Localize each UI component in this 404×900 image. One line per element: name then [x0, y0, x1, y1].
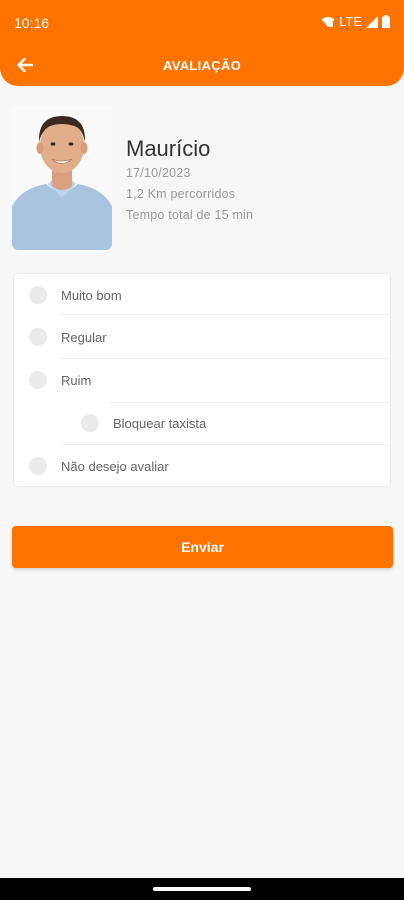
- home-indicator[interactable]: [153, 887, 251, 891]
- network-type: LTE: [339, 14, 362, 29]
- radio-button[interactable]: [29, 286, 47, 304]
- option-nao-desejo-avaliar[interactable]: Não desejo avaliar: [14, 445, 392, 487]
- driver-profile: Maurício 17/10/2023 1,2 Km percorridos T…: [12, 106, 392, 252]
- option-label: Regular: [61, 329, 107, 345]
- option-regular[interactable]: Regular: [14, 316, 392, 358]
- divider: [60, 314, 391, 315]
- status-bar: 10:16 LTE: [0, 0, 404, 44]
- radio-button[interactable]: [29, 457, 47, 475]
- system-nav-bar: [0, 878, 404, 900]
- rating-options: Muito bom Regular Ruim Bloquear taxista …: [13, 273, 391, 487]
- radio-button[interactable]: [29, 328, 47, 346]
- option-bloquear-taxista[interactable]: Bloquear taxista: [14, 402, 392, 444]
- wifi-icon: [321, 16, 335, 27]
- trip-distance: 1,2 Km percorridos: [126, 187, 236, 201]
- status-icons: LTE: [321, 14, 390, 29]
- signal-icon: [366, 15, 378, 28]
- page-title: AVALIAÇÃO: [162, 58, 242, 73]
- radio-button[interactable]: [81, 414, 99, 432]
- option-muito-bom[interactable]: Muito bom: [14, 274, 392, 316]
- status-time: 10:16: [14, 15, 50, 31]
- battery-icon: [382, 15, 390, 28]
- trip-total-time: Tempo total de 15 min: [126, 208, 254, 222]
- option-ruim[interactable]: Ruim: [14, 359, 392, 401]
- submit-button[interactable]: Enviar: [12, 526, 393, 568]
- option-label: Muito bom: [61, 287, 122, 303]
- option-label: Bloquear taxista: [113, 415, 207, 431]
- driver-name: Maurício: [126, 136, 211, 161]
- option-label: Ruim: [61, 372, 92, 388]
- trip-date: 17/10/2023: [126, 166, 191, 180]
- driver-avatar: [12, 106, 112, 250]
- radio-button[interactable]: [29, 371, 47, 389]
- app-header: 10:16 LTE AVALIAÇÃO: [0, 0, 404, 86]
- option-label: Não desejo avaliar: [61, 458, 169, 474]
